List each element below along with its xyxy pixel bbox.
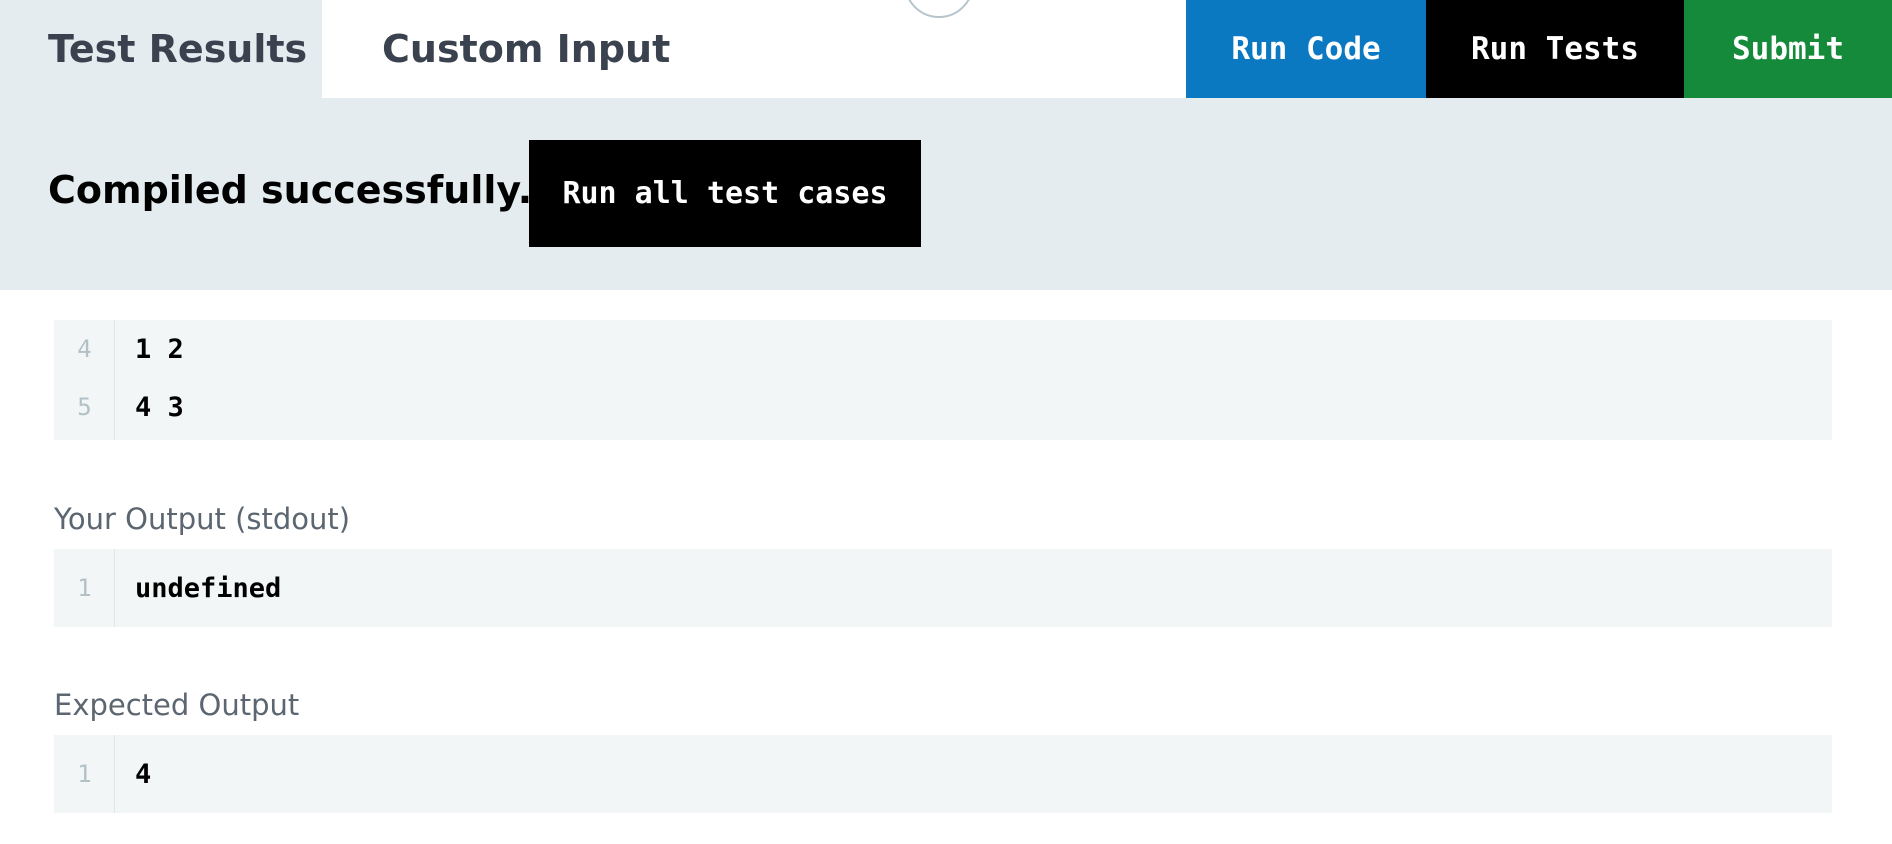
run-all-test-cases-label: Run all test cases xyxy=(562,176,888,211)
code-line: 1 4 xyxy=(54,745,1832,803)
line-number: 5 xyxy=(77,393,92,421)
line-text: 4 xyxy=(135,758,152,790)
tab-custom-input-label: Custom Input xyxy=(382,27,671,71)
submit-label: Submit xyxy=(1732,31,1844,67)
expected-output-label: Expected Output xyxy=(54,688,300,722)
run-code-button[interactable]: Run Code xyxy=(1186,0,1426,98)
tab-test-results[interactable]: Test Results xyxy=(0,0,322,98)
line-number: 1 xyxy=(77,574,92,602)
code-line: 4 1 2 xyxy=(54,320,1832,378)
submit-button[interactable]: Submit xyxy=(1684,0,1892,98)
code-line: 1 undefined xyxy=(54,559,1832,617)
line-text: undefined xyxy=(135,572,282,604)
panel-resize-handle[interactable] xyxy=(904,0,974,18)
stdout-label: Your Output (stdout) xyxy=(54,502,351,536)
run-all-test-cases-button[interactable]: Run all test cases xyxy=(529,140,921,247)
line-text: 1 2 xyxy=(135,333,184,365)
tab-test-results-label: Test Results xyxy=(48,27,308,71)
compile-status-message: Compiled successfully. xyxy=(48,168,533,212)
tab-custom-input[interactable]: Custom Input xyxy=(322,0,822,98)
expected-output-block: 1 4 xyxy=(54,735,1832,813)
stdout-block: 1 undefined xyxy=(54,549,1832,627)
run-tests-button[interactable]: Run Tests xyxy=(1426,0,1684,98)
line-number: 1 xyxy=(77,760,92,788)
run-code-label: Run Code xyxy=(1231,31,1381,67)
line-text: 4 3 xyxy=(135,391,184,423)
editor-toolbar: Test Results Custom Input Run Code Run T… xyxy=(0,0,1892,98)
run-tests-label: Run Tests xyxy=(1471,31,1639,67)
compile-status-panel: Compiled successfully. Run all test case… xyxy=(0,98,1892,290)
line-number: 4 xyxy=(77,335,92,363)
test-input-block: 4 1 2 5 4 3 xyxy=(54,320,1832,440)
code-line: 5 4 3 xyxy=(54,378,1832,436)
